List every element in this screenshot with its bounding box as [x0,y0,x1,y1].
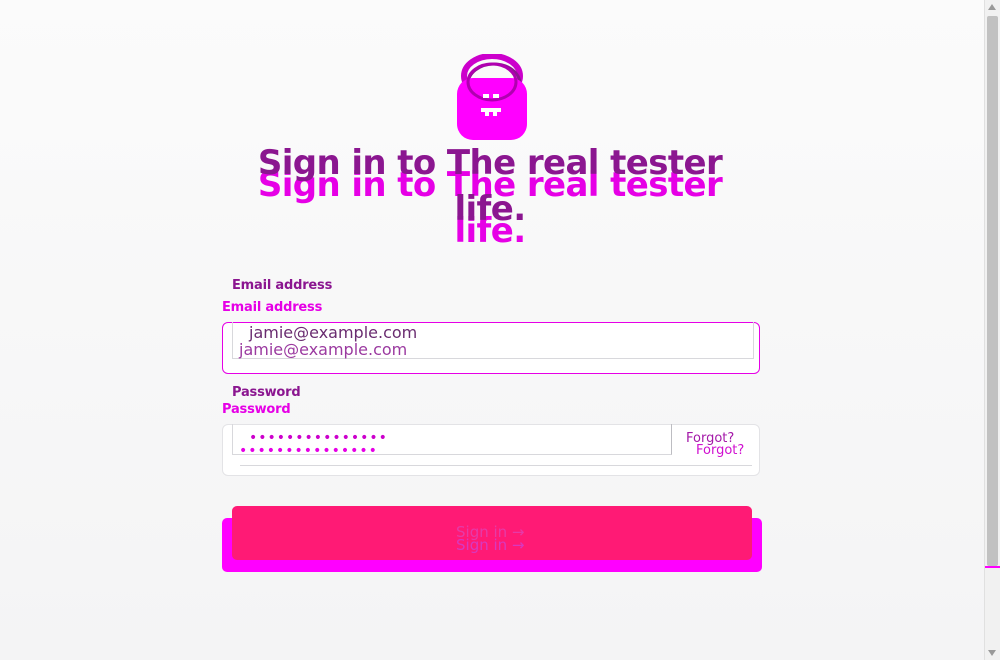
page-title-text: Sign in to The real tester life. [257,143,723,229]
bag-logo-icon [456,53,528,140]
scrollbar-accent [985,566,1000,568]
email-value-shadow: jamie@example.com [239,340,408,359]
forgot-password-link-shadow[interactable]: Forgot? [696,443,744,458]
vertical-scrollbar[interactable] [984,0,1000,660]
scrollbar-thumb[interactable] [987,16,998,566]
scroll-down-arrow-icon[interactable] [988,650,996,656]
password-dots-shadow: ••••••••••••••• [239,443,378,459]
page-title: Sign in to The real tester life. Sign in… [240,140,740,260]
email-label: Email address [232,278,333,293]
sign-in-button-label-shadow: Sign in → [456,536,525,554]
sign-in-page: Sign in to The real tester life. Sign in… [0,0,1000,660]
password-label: Password [232,385,301,400]
password-underline [240,465,752,466]
scroll-up-arrow-icon[interactable] [988,4,996,10]
email-label-shadow: Email address [222,300,323,315]
password-label-shadow: Password [222,402,291,417]
